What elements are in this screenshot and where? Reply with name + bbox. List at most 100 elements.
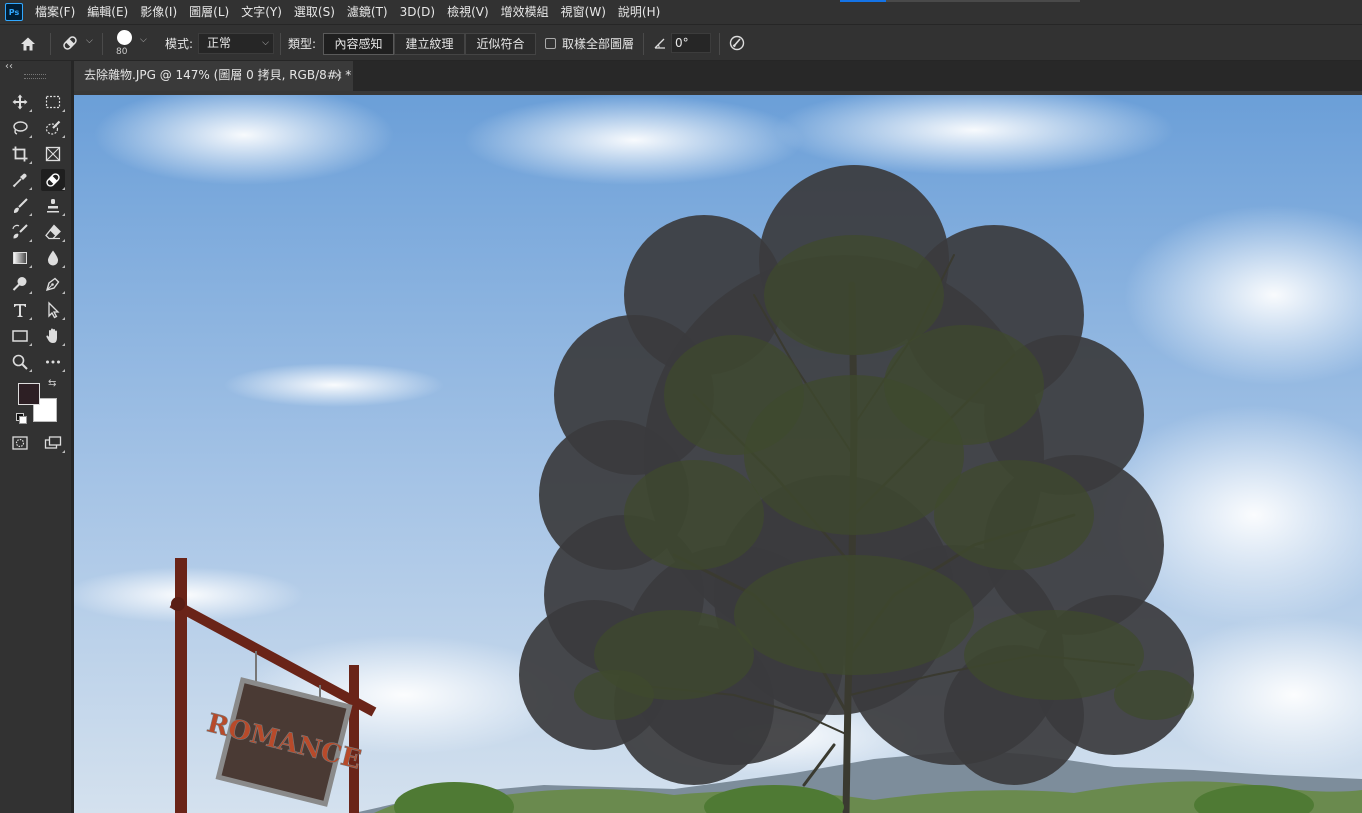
brush-tip-icon bbox=[117, 30, 132, 45]
path-select-tool[interactable] bbox=[41, 299, 65, 321]
dodge-icon bbox=[12, 277, 27, 291]
mode-select[interactable]: 正常 ⌵ bbox=[198, 33, 274, 54]
marquee-icon bbox=[45, 95, 61, 109]
history-brush-icon bbox=[12, 224, 28, 239]
title-accent-bar bbox=[840, 0, 886, 2]
crop-tool[interactable] bbox=[8, 143, 32, 165]
mode-label: 模式: bbox=[165, 37, 194, 51]
tool-preset-button[interactable] bbox=[58, 32, 82, 54]
tool-preset-dropdown-icon[interactable]: ⌵ bbox=[86, 36, 93, 46]
menu-view[interactable]: 檢視(V) bbox=[441, 0, 495, 24]
more-tools-icon bbox=[46, 360, 60, 364]
menu-select[interactable]: 選取(S) bbox=[288, 0, 341, 24]
close-icon[interactable]: × bbox=[333, 61, 343, 89]
quick-select-tool[interactable] bbox=[41, 117, 65, 139]
crop-icon bbox=[12, 146, 28, 162]
rectangle-icon bbox=[12, 330, 28, 342]
collapse-panel-icon[interactable]: ‹‹ bbox=[5, 61, 13, 72]
brush-dropdown-icon: ⌵ bbox=[140, 35, 147, 45]
dodge-tool[interactable] bbox=[8, 273, 32, 295]
type-label: 類型: bbox=[288, 37, 317, 51]
menu-3d[interactable]: 3D(D) bbox=[394, 0, 441, 24]
lasso-icon bbox=[13, 121, 28, 135]
brush-tool[interactable] bbox=[8, 195, 32, 217]
canvas-image: ROMANCE bbox=[74, 95, 1362, 813]
menu-plugins[interactable]: 增效模組 bbox=[495, 0, 555, 24]
document-tab-title: 去除雜物.JPG @ 147% (圖層 0 拷貝, RGB/8#) * bbox=[84, 68, 352, 82]
menu-type[interactable]: 文字(Y) bbox=[235, 0, 288, 24]
hand-icon bbox=[46, 328, 57, 343]
angle-input[interactable]: 0° bbox=[671, 33, 711, 53]
menu-filter[interactable]: 濾鏡(T) bbox=[341, 0, 394, 24]
document-tab-bar: 去除雜物.JPG @ 147% (圖層 0 拷貝, RGB/8#) * × bbox=[74, 61, 1362, 91]
type-content-aware-button[interactable]: 內容感知 bbox=[323, 33, 394, 55]
zoom-icon bbox=[12, 354, 28, 370]
home-icon bbox=[21, 37, 35, 51]
swap-colors-icon[interactable]: ⇆ bbox=[48, 378, 56, 389]
eraser-icon bbox=[45, 224, 61, 240]
document-tab[interactable]: 去除雜物.JPG @ 147% (圖層 0 拷貝, RGB/8#) * × bbox=[74, 61, 353, 91]
frame-icon bbox=[45, 146, 61, 162]
document-canvas[interactable]: ROMANCE bbox=[74, 95, 1362, 813]
panel-grip[interactable] bbox=[24, 74, 46, 79]
menu-help[interactable]: 說明(H) bbox=[612, 0, 666, 24]
gradient-icon bbox=[13, 252, 27, 264]
move-icon bbox=[12, 94, 28, 110]
healing-brush-icon bbox=[46, 173, 60, 187]
title-gray-bar bbox=[886, 0, 1080, 2]
screen-mode-icon bbox=[44, 436, 62, 449]
brush-size-label: 80 bbox=[116, 47, 128, 57]
home-button[interactable] bbox=[16, 33, 40, 55]
gradient-tool[interactable] bbox=[8, 247, 32, 269]
menu-file[interactable]: 檔案(F) bbox=[29, 0, 81, 24]
path-select-icon bbox=[48, 301, 60, 319]
quick-mask-button[interactable] bbox=[8, 432, 32, 454]
lasso-tool[interactable] bbox=[8, 117, 32, 139]
pressure-icon bbox=[729, 35, 745, 51]
eyedropper-tool[interactable] bbox=[8, 169, 32, 191]
chevron-down-icon: ⌵ bbox=[262, 38, 269, 48]
hand-tool[interactable] bbox=[41, 325, 65, 347]
menu-window[interactable]: 視窗(W) bbox=[555, 0, 612, 24]
tools-panel: ‹‹ ⇆ bbox=[0, 61, 74, 813]
marquee-tool[interactable] bbox=[41, 91, 65, 113]
eyedropper-icon bbox=[12, 173, 27, 188]
move-tool[interactable] bbox=[8, 91, 32, 113]
healing-brush-icon bbox=[63, 36, 77, 50]
angle-icon bbox=[651, 33, 669, 53]
quick-mask-icon bbox=[12, 436, 28, 450]
clone-stamp-tool[interactable] bbox=[41, 195, 65, 217]
zoom-tool[interactable] bbox=[8, 351, 32, 373]
sample-all-layers-checkbox[interactable] bbox=[545, 38, 556, 49]
photoshop-logo: Ps bbox=[5, 3, 23, 21]
more-tools-button[interactable] bbox=[41, 351, 65, 373]
sample-all-layers-label: 取樣全部圖層 bbox=[562, 37, 635, 51]
menu-image[interactable]: 影像(I) bbox=[134, 0, 183, 24]
pen-tool[interactable] bbox=[41, 273, 65, 295]
clone-stamp-icon bbox=[47, 199, 59, 213]
quick-select-icon bbox=[45, 120, 61, 135]
history-brush-tool[interactable] bbox=[8, 221, 32, 243]
type-tool[interactable] bbox=[8, 299, 32, 321]
foreground-color-swatch[interactable] bbox=[18, 383, 40, 405]
brush-preset-picker[interactable]: 80 ⌵ bbox=[112, 29, 152, 59]
pressure-size-button[interactable] bbox=[726, 33, 748, 53]
blur-icon bbox=[47, 250, 59, 266]
options-bar: ⌵ 80 ⌵ 模式: 正常 ⌵ 類型: 內容感知 建立紋理 近似符合 取樣全部圖… bbox=[0, 24, 1362, 61]
type-proximity-match-button[interactable]: 近似符合 bbox=[465, 33, 536, 55]
mode-value: 正常 bbox=[207, 36, 232, 50]
brush-icon bbox=[13, 198, 28, 213]
screen-mode-button[interactable] bbox=[41, 432, 65, 454]
blur-tool[interactable] bbox=[41, 247, 65, 269]
eraser-tool[interactable] bbox=[41, 221, 65, 243]
menu-layer[interactable]: 圖層(L) bbox=[183, 0, 235, 24]
type-icon bbox=[14, 304, 26, 317]
default-colors-icon[interactable] bbox=[16, 413, 27, 424]
healing-brush-tool[interactable] bbox=[41, 169, 65, 191]
menu-edit[interactable]: 編輯(E) bbox=[81, 0, 134, 24]
menu-bar: Ps 檔案(F) 編輯(E) 影像(I) 圖層(L) 文字(Y) 選取(S) 濾… bbox=[0, 0, 1362, 24]
frame-tool[interactable] bbox=[41, 143, 65, 165]
type-create-texture-button[interactable]: 建立紋理 bbox=[394, 33, 465, 55]
pen-icon bbox=[45, 277, 60, 292]
rectangle-tool[interactable] bbox=[8, 325, 32, 347]
